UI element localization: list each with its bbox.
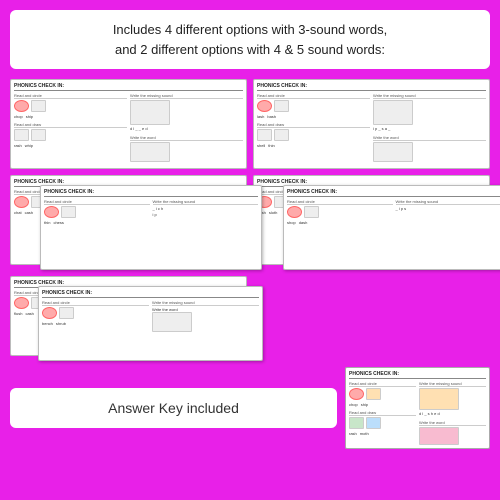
ws2-write-img — [373, 142, 413, 162]
ws2-title: PHONICS CHECK IN: — [257, 83, 486, 91]
ws9-blank: d l _ s h e d — [419, 411, 486, 416]
ws9-title: PHONICS CHECK IN: — [349, 371, 486, 379]
ws9-img4 — [366, 417, 381, 429]
ws4-img2 — [61, 206, 76, 218]
ws1-sound-img — [130, 100, 170, 125]
ws9-img1 — [349, 388, 364, 400]
header-text: Includes 4 different options with 3-soun… — [113, 22, 387, 57]
ws1-img1 — [14, 100, 29, 112]
ws9-sound-img — [419, 388, 459, 410]
ws1-draw-label: Read and draw rash whip — [14, 122, 127, 148]
ws2-img3 — [257, 129, 272, 141]
ws3-img1 — [14, 196, 29, 208]
ws6-img2 — [304, 206, 319, 218]
ws8-write-img — [152, 312, 192, 332]
ws9-write-img — [419, 427, 459, 445]
ws8-img2 — [59, 307, 74, 319]
main-container: Includes 4 different options with 3-soun… — [0, 0, 500, 500]
ws2-img1 — [257, 100, 272, 112]
ws2-sound-img — [373, 100, 413, 125]
ws1-write-img — [130, 142, 170, 162]
ws2-blank: i p _ s a _ — [373, 126, 486, 131]
ws6-blank0: _ i p s — [396, 206, 500, 211]
ws7-img1 — [14, 297, 29, 309]
ws4-img1 — [44, 206, 59, 218]
ws1-img4 — [31, 129, 46, 141]
ws6-title: PHONICS CHECK IN: — [287, 189, 500, 197]
ws4-blank0: _ i c h — [153, 206, 259, 211]
worksheet-1: PHONICS CHECK IN: Read and circle chop s… — [10, 79, 247, 169]
worksheet-4: PHONICS CHECK IN: Read and circle thin c… — [40, 185, 262, 270]
ws4-title: PHONICS CHECK IN: — [44, 189, 258, 197]
bottom-row: Answer Key included PHONICS CHECK IN: Re… — [10, 367, 490, 449]
ws9-img2 — [366, 388, 381, 400]
ws1-title: PHONICS CHECK IN: — [14, 83, 243, 91]
ws1-img2 — [31, 100, 46, 112]
ws1-blank: d l _ _ e d — [130, 126, 243, 131]
answer-key-text: Answer Key included — [108, 400, 239, 416]
ws8-img1 — [42, 307, 57, 319]
worksheet-6: PHONICS CHECK IN: Read and circle shop d… — [283, 185, 500, 270]
ws2-img4 — [274, 129, 289, 141]
answer-key-box: Answer Key included — [10, 388, 337, 428]
worksheet-2: PHONICS CHECK IN: Read and circle lash b… — [253, 79, 490, 169]
ws1-img3 — [14, 129, 29, 141]
ws2-img2 — [274, 100, 289, 112]
header-box: Includes 4 different options with 3-soun… — [10, 10, 490, 69]
worksheet-8: PHONICS CHECK IN: Read and circle bench … — [38, 286, 263, 361]
ws6-img1 — [287, 206, 302, 218]
ws4-blank1: i p — [153, 212, 259, 217]
ws8-title: PHONICS CHECK IN: — [42, 290, 259, 298]
ws9-img3 — [349, 417, 364, 429]
ws8-write-label: Write the word — [152, 307, 259, 312]
worksheet-9: PHONICS CHECK IN: Read and circle chop s… — [345, 367, 490, 449]
ws2-draw-label: Read and draw shell thin — [257, 122, 370, 148]
